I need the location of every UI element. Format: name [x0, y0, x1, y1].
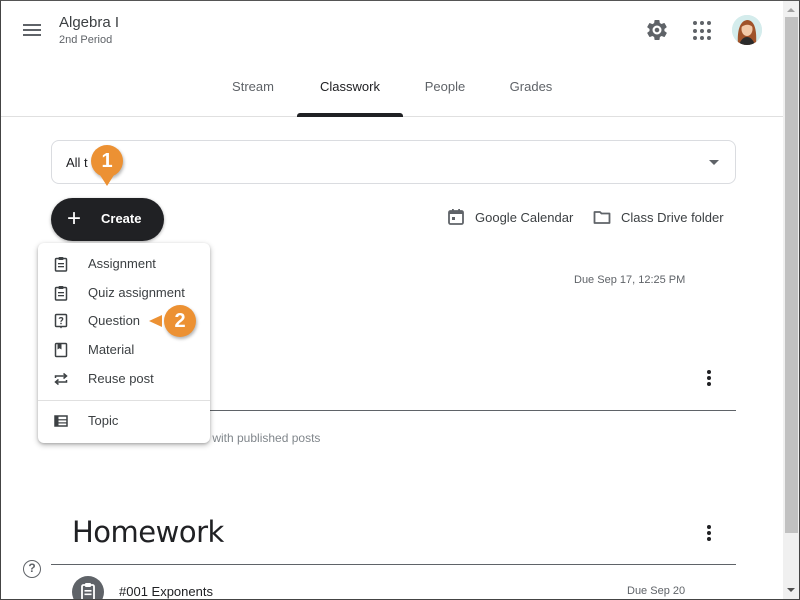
tab-grades[interactable]: Grades — [497, 67, 565, 117]
topic-more-options-button[interactable] — [704, 369, 714, 387]
reuse-icon — [54, 372, 68, 386]
help-button[interactable]: ? — [23, 560, 41, 578]
browser-frame: Algebra I 2nd Period Stream Classwork Pe… — [0, 0, 800, 600]
scrollbar-thumb[interactable] — [785, 17, 798, 533]
classroom-page: Algebra I 2nd Period Stream Classwork Pe… — [1, 1, 783, 599]
apps-dot — [700, 36, 704, 41]
more-vert-dot — [707, 531, 711, 535]
chevron-down-icon — [709, 160, 719, 165]
callout-step-1: 1 — [91, 145, 123, 177]
create-button-label: Create — [101, 211, 142, 226]
topic-filter-select[interactable]: All t — [51, 140, 736, 184]
assignment-icon — [54, 257, 68, 272]
avatar-image — [732, 15, 762, 45]
homework-more-options-button[interactable] — [704, 524, 714, 542]
plus-icon: + — [67, 205, 82, 232]
hamburger-icon-bar — [23, 29, 41, 31]
apps-dot — [693, 28, 697, 33]
tab-people[interactable]: People — [413, 67, 477, 117]
callout-number: 2 — [174, 310, 186, 332]
callout-pointer — [100, 175, 114, 186]
item-due-date: Due Sep 17, 12:25 PM — [574, 274, 686, 286]
help-icon: ? — [28, 561, 36, 575]
class-title[interactable]: Algebra I — [59, 14, 119, 31]
tab-stream[interactable]: Stream — [219, 67, 287, 117]
menu-item-label: Material — [88, 342, 135, 357]
more-vert-dot — [707, 376, 711, 380]
folder-icon — [593, 211, 611, 224]
menu-item-material[interactable]: Material — [38, 336, 210, 364]
avatar[interactable] — [732, 15, 762, 45]
vertical-scrollbar[interactable] — [783, 1, 799, 599]
apps-dot — [707, 36, 711, 41]
homework-divider — [51, 564, 736, 565]
hamburger-icon-bar — [23, 34, 41, 36]
more-vert-icon — [707, 525, 711, 529]
app-header: Algebra I 2nd Period Stream Classwork Pe… — [1, 1, 783, 117]
scroll-up-arrow-icon[interactable] — [787, 8, 795, 12]
menu-item-label: Reuse post — [88, 371, 154, 386]
class-subtitle: 2nd Period — [59, 34, 113, 46]
material-icon — [54, 342, 68, 358]
create-button[interactable]: + Create — [51, 198, 164, 241]
more-vert-dot — [707, 382, 711, 386]
apps-dot — [700, 28, 704, 33]
apps-dot — [700, 21, 704, 25]
topic-filter-value: All t — [66, 155, 88, 170]
tab-classwork[interactable]: Classwork — [297, 67, 403, 117]
create-menu: Assignment Quiz assignment Question Mate… — [38, 243, 210, 443]
class-drive-folder-label: Class Drive folder — [621, 209, 724, 225]
menu-item-reuse-post[interactable]: Reuse post — [38, 365, 210, 393]
settings-button[interactable] — [645, 18, 669, 42]
menu-divider — [38, 400, 210, 401]
hamburger-icon — [23, 24, 41, 26]
menu-item-topic[interactable]: Topic — [38, 407, 210, 435]
more-vert-icon — [707, 370, 711, 374]
class-drive-folder-link[interactable]: Class Drive folder — [593, 207, 724, 227]
assignment-icon — [72, 576, 104, 599]
apps-dot — [707, 28, 711, 33]
assignment-title[interactable]: #001 Exponents — [119, 584, 213, 599]
google-calendar-label: Google Calendar — [475, 209, 574, 225]
assignment-glyph — [81, 583, 95, 599]
gear-icon — [647, 20, 667, 41]
apps-button[interactable] — [693, 21, 713, 41]
menu-item-label: Assignment — [88, 256, 156, 271]
apps-dot — [693, 36, 697, 41]
tab-stream-label: Stream — [232, 79, 274, 94]
scroll-down-arrow-icon[interactable] — [787, 588, 795, 592]
question-icon — [54, 313, 68, 329]
tab-bar: Stream Classwork People Grades — [1, 67, 783, 117]
topic-title-homework[interactable]: Homework — [72, 515, 224, 549]
assignment-due-date: Due Sep 20 — [627, 585, 686, 597]
callout-pointer — [149, 315, 162, 327]
tab-people-label: People — [424, 79, 466, 94]
tab-grades-label: Grades — [509, 79, 553, 94]
menu-item-quiz-assignment[interactable]: Quiz assignment — [38, 279, 210, 307]
calendar-icon — [448, 209, 464, 225]
menu-item-label: Quiz assignment — [88, 285, 185, 300]
topics-hint-text: cs with published posts — [197, 431, 321, 445]
menu-item-label: Question — [88, 313, 141, 328]
apps-grid-icon — [693, 21, 697, 25]
main-menu-button[interactable] — [23, 21, 45, 41]
google-calendar-link[interactable]: Google Calendar — [447, 207, 573, 227]
apps-dot — [707, 21, 711, 25]
menu-item-assignment[interactable]: Assignment — [38, 250, 210, 278]
quiz-assignment-icon — [54, 286, 68, 301]
more-vert-dot — [707, 537, 711, 541]
topic-icon — [54, 415, 68, 427]
tab-classwork-label: Classwork — [320, 79, 380, 94]
menu-item-label: Topic — [88, 413, 119, 428]
callout-step-2: 2 — [164, 305, 196, 337]
callout-number: 1 — [101, 150, 113, 172]
